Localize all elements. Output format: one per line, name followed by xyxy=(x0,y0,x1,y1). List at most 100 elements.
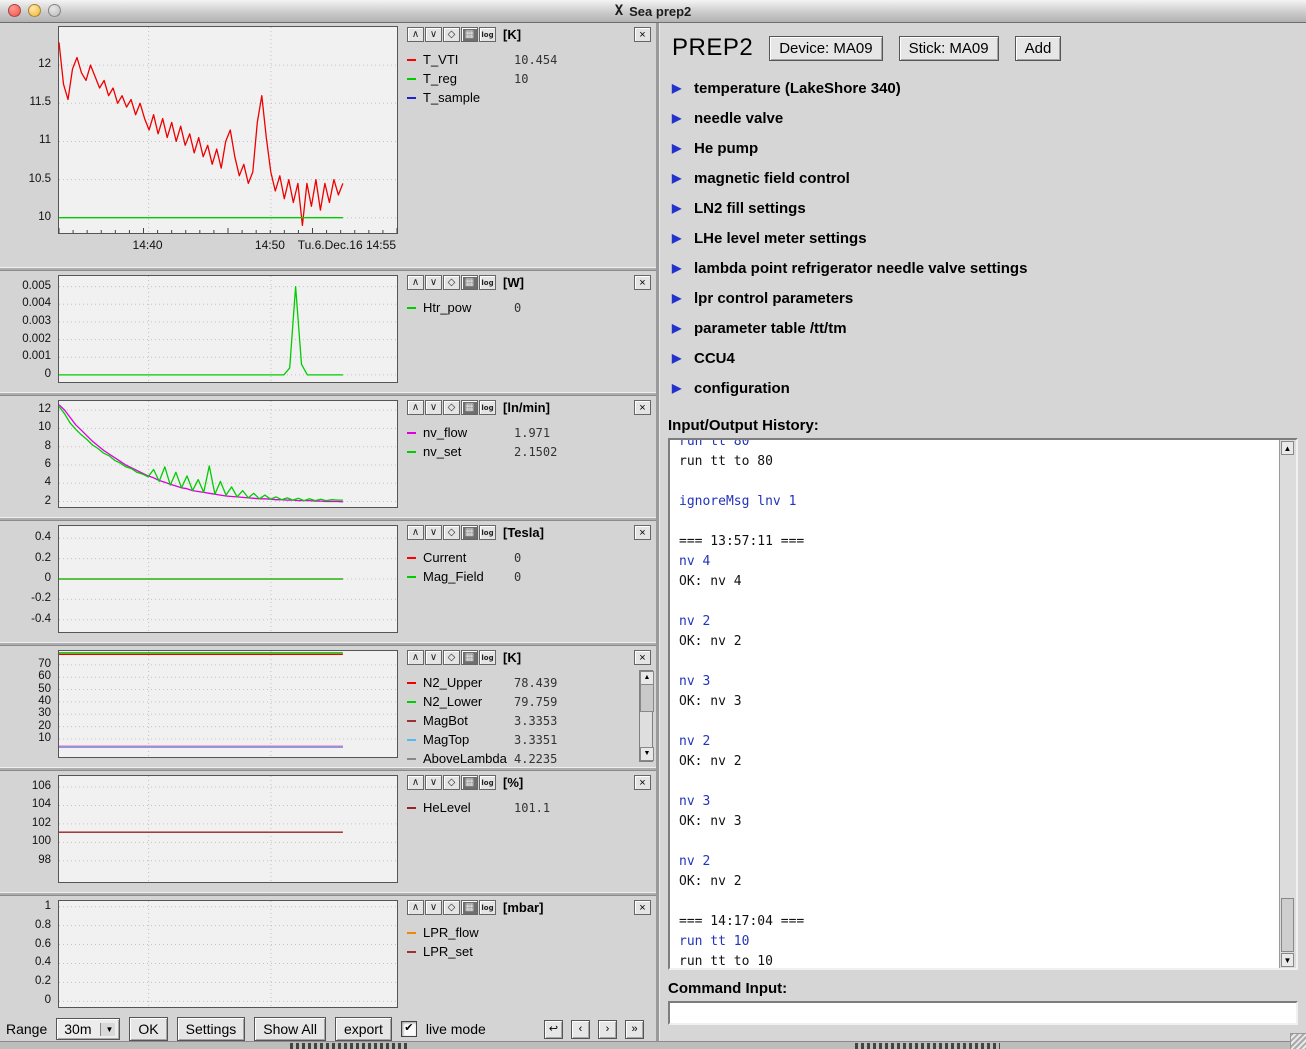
tree-item-11[interactable]: ▶configuration xyxy=(660,373,1306,403)
minimize-window-button[interactable] xyxy=(28,4,41,17)
expand-arrow-icon[interactable]: ▶ xyxy=(672,321,684,335)
redraw-button[interactable]: ↩ xyxy=(544,1020,563,1039)
tree-item-2[interactable]: ▶needle valve xyxy=(660,103,1306,133)
plot-canvas-5[interactable] xyxy=(58,650,398,758)
live-mode-checkbox[interactable]: ✔ xyxy=(401,1021,417,1037)
plot-close-icon[interactable]: × xyxy=(634,900,651,915)
expand-arrow-icon[interactable]: ▶ xyxy=(672,291,684,305)
tree-item-3[interactable]: ▶He pump xyxy=(660,133,1306,163)
settings-button[interactable]: Settings xyxy=(177,1017,246,1041)
scroll-up-icon[interactable]: ▲ xyxy=(1281,441,1294,455)
expand-arrow-icon[interactable]: ▶ xyxy=(672,111,684,125)
autoscale-icon[interactable]: ◇ xyxy=(443,525,460,540)
legend-item[interactable]: Current0 xyxy=(407,548,652,567)
expand-arrow-icon[interactable]: ▶ xyxy=(672,261,684,275)
legend-item[interactable]: Htr_pow0 xyxy=(407,298,652,317)
range-select[interactable]: 30m ▼ xyxy=(56,1018,120,1040)
tree-item-5[interactable]: ▶LN2 fill settings xyxy=(660,193,1306,223)
scale-up-icon[interactable]: ∧ xyxy=(407,275,424,290)
plot-close-icon[interactable]: × xyxy=(634,775,651,790)
plot-close-icon[interactable]: × xyxy=(634,27,651,42)
autoscale-icon[interactable]: ◇ xyxy=(443,775,460,790)
grid-icon[interactable]: ▦ xyxy=(461,27,478,42)
expand-arrow-icon[interactable]: ▶ xyxy=(672,141,684,155)
scale-down-icon[interactable]: ∨ xyxy=(425,650,442,665)
jump-to-latest-button[interactable]: » xyxy=(625,1020,644,1039)
scroll-down-icon[interactable]: ▼ xyxy=(1281,953,1294,967)
console-scrollbar[interactable]: ▲ ▼ xyxy=(1279,440,1296,968)
export-button[interactable]: export xyxy=(335,1017,392,1041)
log-scale-icon[interactable]: log xyxy=(479,275,496,290)
autoscale-icon[interactable]: ◇ xyxy=(443,400,460,415)
legend-item[interactable]: N2_Lower79.759 xyxy=(407,692,652,711)
legend-item[interactable]: LPR_flow xyxy=(407,923,652,942)
stick-button[interactable]: Stick: MA09 xyxy=(899,36,999,61)
tree-item-8[interactable]: ▶lpr control parameters xyxy=(660,283,1306,313)
legend-item[interactable]: T_sample xyxy=(407,88,652,107)
tree-item-4[interactable]: ▶magnetic field control xyxy=(660,163,1306,193)
scale-up-icon[interactable]: ∧ xyxy=(407,900,424,915)
zoom-window-button[interactable] xyxy=(48,4,61,17)
tree-item-1[interactable]: ▶temperature (LakeShore 340) xyxy=(660,73,1306,103)
expand-arrow-icon[interactable]: ▶ xyxy=(672,381,684,395)
scale-up-icon[interactable]: ∧ xyxy=(407,27,424,42)
expand-arrow-icon[interactable]: ▶ xyxy=(672,201,684,215)
grid-icon[interactable]: ▦ xyxy=(461,775,478,790)
autoscale-icon[interactable]: ◇ xyxy=(443,275,460,290)
autoscale-icon[interactable]: ◇ xyxy=(443,27,460,42)
scale-down-icon[interactable]: ∨ xyxy=(425,775,442,790)
grid-icon[interactable]: ▦ xyxy=(461,650,478,665)
scale-up-icon[interactable]: ∧ xyxy=(407,400,424,415)
legend-item[interactable]: Mag_Field0 xyxy=(407,567,652,586)
scroll-left-button[interactable]: ‹ xyxy=(571,1020,590,1039)
legend-item[interactable]: T_VTI10.454 xyxy=(407,50,652,69)
grid-icon[interactable]: ▦ xyxy=(461,400,478,415)
legend-item[interactable]: nv_set2.1502 xyxy=(407,442,652,461)
command-input[interactable] xyxy=(668,1001,1298,1025)
plot-canvas-1[interactable] xyxy=(58,26,398,234)
plot-close-icon[interactable]: × xyxy=(634,525,651,540)
log-scale-icon[interactable]: log xyxy=(479,650,496,665)
grid-icon[interactable]: ▦ xyxy=(461,525,478,540)
add-button[interactable]: Add xyxy=(1015,36,1062,61)
plot-canvas-3[interactable] xyxy=(58,400,398,508)
legend-item[interactable]: nv_flow1.971 xyxy=(407,423,652,442)
grid-icon[interactable]: ▦ xyxy=(461,900,478,915)
tree-item-9[interactable]: ▶parameter table /tt/tm xyxy=(660,313,1306,343)
legend-scrollbar[interactable]: ▲▼ xyxy=(639,670,653,762)
scale-up-icon[interactable]: ∧ xyxy=(407,650,424,665)
scale-up-icon[interactable]: ∧ xyxy=(407,525,424,540)
scroll-down-icon[interactable]: ▼ xyxy=(640,747,654,761)
window-titlebar[interactable]: X Sea prep2 xyxy=(0,0,1306,23)
expand-arrow-icon[interactable]: ▶ xyxy=(672,171,684,185)
expand-arrow-icon[interactable]: ▶ xyxy=(672,81,684,95)
expand-arrow-icon[interactable]: ▶ xyxy=(672,231,684,245)
log-scale-icon[interactable]: log xyxy=(479,900,496,915)
close-window-button[interactable] xyxy=(8,4,21,17)
legend-item[interactable]: LPR_set xyxy=(407,942,652,961)
plot-close-icon[interactable]: × xyxy=(634,650,651,665)
scale-down-icon[interactable]: ∨ xyxy=(425,525,442,540)
device-button[interactable]: Device: MA09 xyxy=(769,36,882,61)
scale-down-icon[interactable]: ∨ xyxy=(425,275,442,290)
scale-up-icon[interactable]: ∧ xyxy=(407,775,424,790)
scroll-right-button[interactable]: › xyxy=(598,1020,617,1039)
scrollbar-thumb[interactable] xyxy=(640,684,654,712)
plot-canvas-7[interactable] xyxy=(58,900,398,1008)
tree-item-6[interactable]: ▶LHe level meter settings xyxy=(660,223,1306,253)
legend-item[interactable]: MagBot3.3353 xyxy=(407,711,652,730)
show-all-button[interactable]: Show All xyxy=(254,1017,326,1041)
expand-arrow-icon[interactable]: ▶ xyxy=(672,351,684,365)
io-history-console[interactable]: run tt 80run tt to 80 ignoreMsg lnv 1 ==… xyxy=(668,438,1298,970)
plot-canvas-6[interactable] xyxy=(58,775,398,883)
tree-item-7[interactable]: ▶lambda point refrigerator needle valve … xyxy=(660,253,1306,283)
autoscale-icon[interactable]: ◇ xyxy=(443,900,460,915)
tree-item-10[interactable]: ▶CCU4 xyxy=(660,343,1306,373)
log-scale-icon[interactable]: log xyxy=(479,525,496,540)
plot-canvas-2[interactable] xyxy=(58,275,398,383)
log-scale-icon[interactable]: log xyxy=(479,775,496,790)
log-scale-icon[interactable]: log xyxy=(479,400,496,415)
legend-item[interactable]: N2_Upper78.439 xyxy=(407,673,652,692)
scrollbar-thumb[interactable] xyxy=(1281,898,1294,952)
scale-down-icon[interactable]: ∨ xyxy=(425,900,442,915)
